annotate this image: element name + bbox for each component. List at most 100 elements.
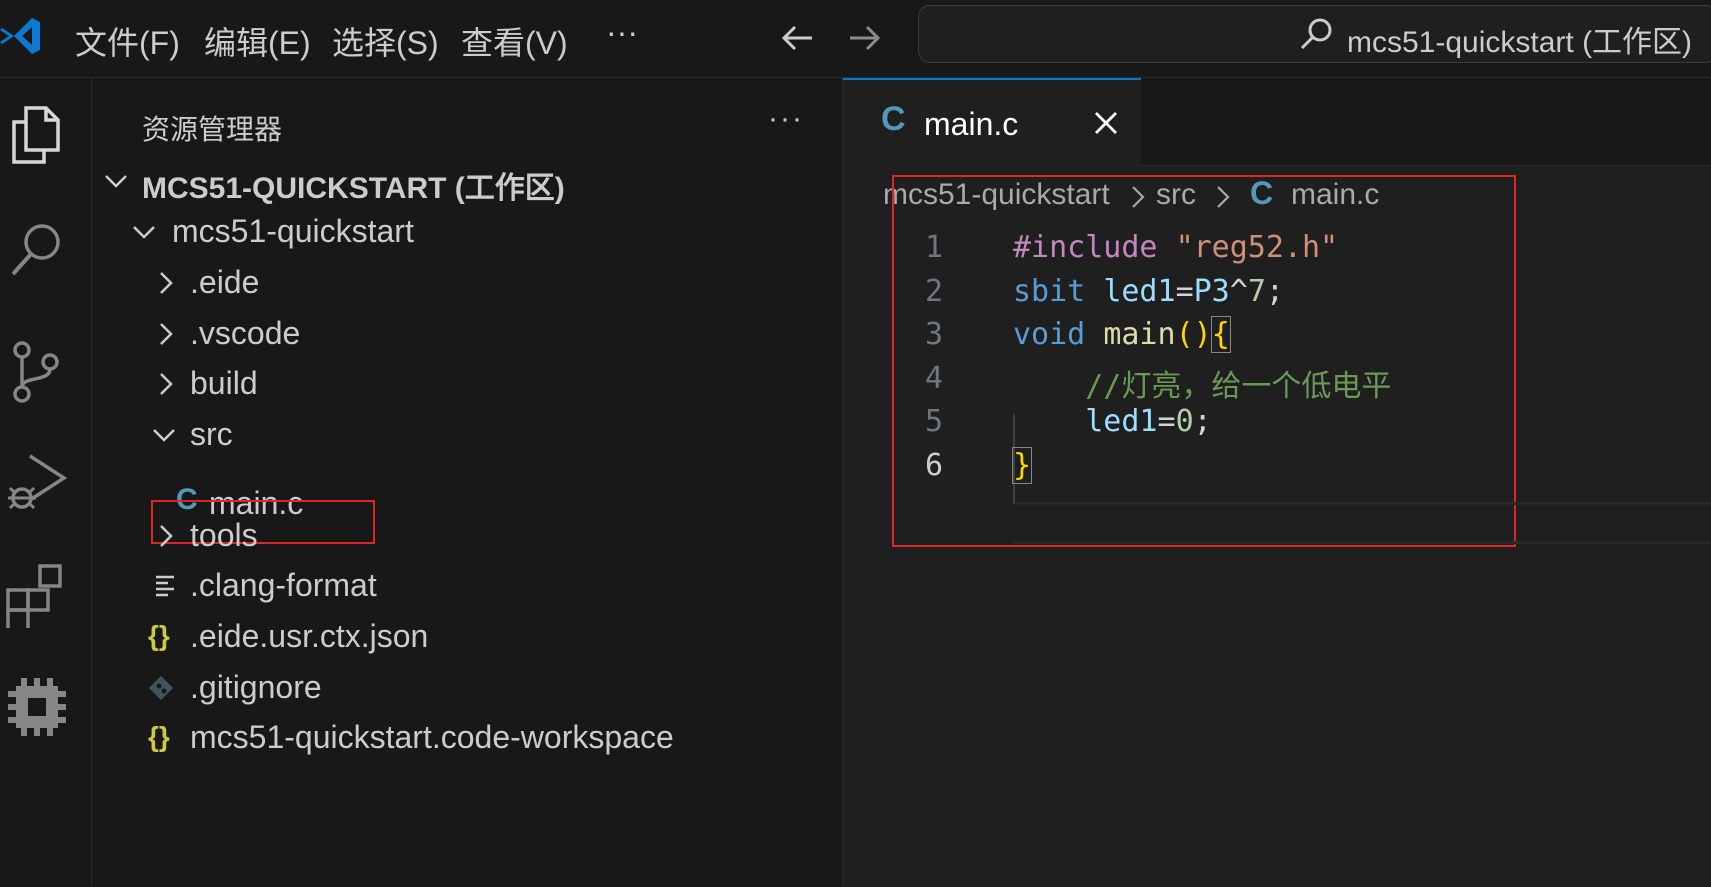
code-token: P3 (1193, 273, 1230, 309)
project-folder[interactable]: mcs51-quickstart (92, 207, 843, 257)
activity-bar (0, 78, 92, 887)
code-token: { (1210, 316, 1231, 354)
menu-more[interactable]: ··· (606, 14, 638, 51)
tree-item-label: .eide (190, 264, 260, 300)
code-line[interactable]: 6} (843, 442, 1711, 489)
command-center-search[interactable]: mcs51-quickstart (工作区) (918, 5, 1711, 63)
code-editor[interactable]: 1 #include "reg52.h" 2 sbit led1=P3^7; 3 void… (843, 224, 1711, 554)
code-token: = (1175, 273, 1194, 309)
code-line[interactable]: 4 //灯亮，给一个低电平 (843, 355, 1711, 404)
code-token: 7 (1247, 273, 1266, 309)
close-icon[interactable] (1093, 110, 1119, 136)
json-file-icon: {} (148, 721, 170, 752)
code-token: sbit (1013, 273, 1086, 309)
tree-item-clang-format[interactable]: .clang-format (92, 561, 843, 611)
arrow-right-icon[interactable] (846, 20, 882, 56)
more-actions-button[interactable]: ··· (768, 102, 804, 136)
git-file-icon (149, 676, 173, 700)
tree-item-label: .gitignore (190, 669, 322, 705)
breadcrumb-item[interactable]: main.c (1291, 178, 1379, 212)
chevron-down-icon (105, 175, 127, 188)
explorer-icon[interactable] (4, 100, 70, 166)
workspace-root[interactable]: MCS51-QUICKSTART (工作区) (92, 156, 843, 206)
tree-item-label: .vscode (190, 315, 301, 351)
code-token: 0 (1175, 404, 1194, 440)
tree-item-label: build (190, 365, 258, 401)
breadcrumb-item[interactable]: src (1156, 178, 1196, 212)
search-icon[interactable] (4, 218, 70, 284)
explorer-sidebar: 资源管理器 ··· MCS51-QUICKSTART (工作区) mcs51-q… (92, 78, 843, 887)
tree-item-eide[interactable]: .eide (92, 258, 843, 308)
editor-group: C main.c mcs51-quickstart src C main.c 1… (843, 78, 1711, 887)
code-line[interactable]: 5 led1=0; (843, 398, 1711, 445)
code-token: void (1013, 317, 1086, 353)
workspace-label: MCS51-QUICKSTART (工作区) (142, 172, 565, 205)
breadcrumb-item[interactable]: mcs51-quickstart (883, 178, 1110, 212)
tree-item-label: .clang-format (190, 567, 377, 603)
chevron-down-icon (133, 226, 155, 239)
code-token: #include (1013, 230, 1158, 265)
code-token: main (1103, 317, 1176, 353)
code-token: led1 (1103, 273, 1176, 309)
chevron-right-icon (1132, 186, 1145, 208)
menu-view[interactable]: 查看(V) (461, 18, 568, 64)
tree-item-tools[interactable]: tools (92, 511, 843, 561)
code-line[interactable]: 1 #include "reg52.h" (843, 224, 1711, 271)
line-number: 1 (924, 230, 943, 265)
eide-chip-icon[interactable] (4, 674, 70, 740)
code-token: ; (1265, 273, 1284, 309)
menu-file[interactable]: 文件(F) (75, 18, 180, 64)
run-debug-icon[interactable] (4, 450, 70, 516)
json-file-icon: {} (148, 620, 170, 651)
tab-strip: C main.c (843, 78, 1711, 166)
sidebar-title: 资源管理器 (142, 114, 283, 145)
menu-selection[interactable]: 选择(S) (332, 18, 439, 64)
menu-edit[interactable]: 编辑(E) (204, 18, 311, 64)
title-bar: 文件(F) 编辑(E) 选择(S) 查看(V) ··· mcs51-quicks… (0, 0, 1711, 78)
code-line[interactable]: 3 void main(){ (843, 311, 1711, 358)
arrow-left-icon[interactable] (780, 20, 816, 56)
tree-item-gitignore[interactable]: .gitignore (92, 663, 843, 713)
c-file-icon: C (1250, 175, 1274, 211)
code-token: ^ (1229, 273, 1248, 309)
command-center-label: mcs51-quickstart (工作区) (1347, 26, 1693, 59)
extensions-icon[interactable] (4, 562, 70, 628)
code-token: ; (1193, 404, 1212, 440)
line-code: sbit led1=P3^7; (1013, 274, 1284, 309)
chevron-right-icon (160, 272, 173, 294)
code-token: "reg52.h" (1175, 230, 1339, 265)
vscode-logo-icon[interactable] (0, 14, 40, 58)
line-number: 5 (924, 404, 943, 440)
line-number: 4 (924, 360, 943, 396)
code-line[interactable]: 2 sbit led1=P3^7; (843, 268, 1711, 315)
tab-label: main.c (924, 106, 1019, 142)
chevron-right-icon (160, 373, 173, 395)
line-number: 6 (924, 448, 943, 483)
chevron-down-icon (153, 429, 175, 442)
tab-main-c[interactable]: C main.c (843, 78, 1141, 166)
tree-item-src[interactable]: src (92, 410, 843, 460)
source-control-icon[interactable] (4, 338, 70, 404)
search-icon (1300, 18, 1332, 50)
tree-item-label: .eide.usr.ctx.json (190, 618, 429, 654)
chevron-right-icon (1217, 186, 1230, 208)
chevron-right-icon (160, 323, 173, 345)
tree-item-label: tools (190, 517, 258, 553)
tree-item-vscode[interactable]: .vscode (92, 309, 843, 359)
code-token: = (1157, 404, 1176, 440)
text-file-icon (156, 575, 174, 597)
line-code: } (1011, 447, 1033, 484)
line-number: 2 (924, 273, 943, 309)
line-code: led1=0; (1013, 404, 1212, 440)
tree-item-eide-usr-ctx-json[interactable]: {} .eide.usr.ctx.json (92, 612, 843, 662)
line-number: 3 (924, 317, 943, 353)
code-token: led1 (1085, 404, 1158, 440)
tree-item-build[interactable]: build (92, 359, 843, 409)
c-file-icon: C (881, 100, 906, 138)
tree-item-code-workspace[interactable]: {} mcs51-quickstart.code-workspace (92, 713, 843, 763)
code-token: } (1011, 447, 1033, 484)
